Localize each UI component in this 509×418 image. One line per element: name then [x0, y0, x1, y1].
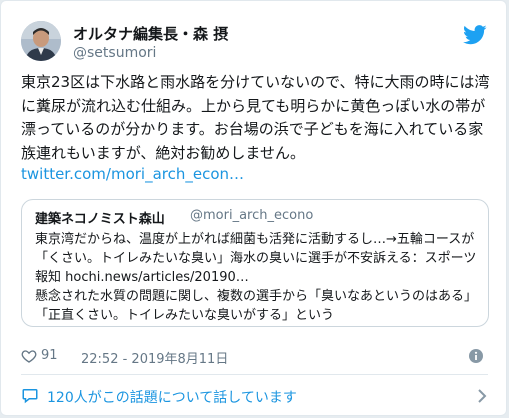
quoted-author-handle[interactable]: @mori_arch_econo [190, 208, 313, 223]
tweet-card: オルタナ編集長・森 摂 @setsumori 東京23区は下水路と雨水路を分けて… [0, 0, 507, 416]
tweet-link[interactable]: twitter.com/mori_arch_econ… [21, 165, 244, 183]
author-handle[interactable]: @setsumori [73, 45, 156, 61]
conversation-link-label[interactable]: 120人がこの話題について話しています [47, 387, 297, 407]
info-icon[interactable] [469, 349, 483, 363]
avatar[interactable] [21, 21, 61, 61]
like-count[interactable]: 91 [41, 348, 58, 363]
conversation-link[interactable]: 120人がこの話題について話しています [21, 386, 491, 406]
tweet-header: オルタナ編集長・森 摂 @setsumori [21, 21, 491, 69]
speech-bubble-icon [21, 386, 39, 404]
twitter-bird-icon[interactable] [463, 25, 487, 45]
quoted-author-name[interactable]: 建築ネコノミスト森山 [35, 208, 165, 227]
chevron-right-icon[interactable] [477, 388, 487, 404]
quoted-tweet[interactable]: 建築ネコノミスト森山 @mori_arch_econo 東京湾だからね、温度が上… [21, 199, 489, 327]
divider [21, 374, 488, 375]
tweet-meta: 91 22:52 - 2019年8月11日 [21, 347, 491, 367]
author-name[interactable]: オルタナ編集長・森 摂 [73, 23, 228, 44]
tweet-timestamp[interactable]: 22:52 - 2019年8月11日 [81, 348, 228, 367]
tweet-text: 東京23区は下水路と雨水路を分けていないので、特に大雨の時には湾に糞尿が流れ込む… [21, 73, 490, 162]
quoted-tweet-text: 東京湾だからね、温度が上がれば細菌も活発に活動するし…→五輪コースが「くさい。ト… [35, 232, 478, 323]
heart-icon[interactable] [21, 348, 37, 364]
